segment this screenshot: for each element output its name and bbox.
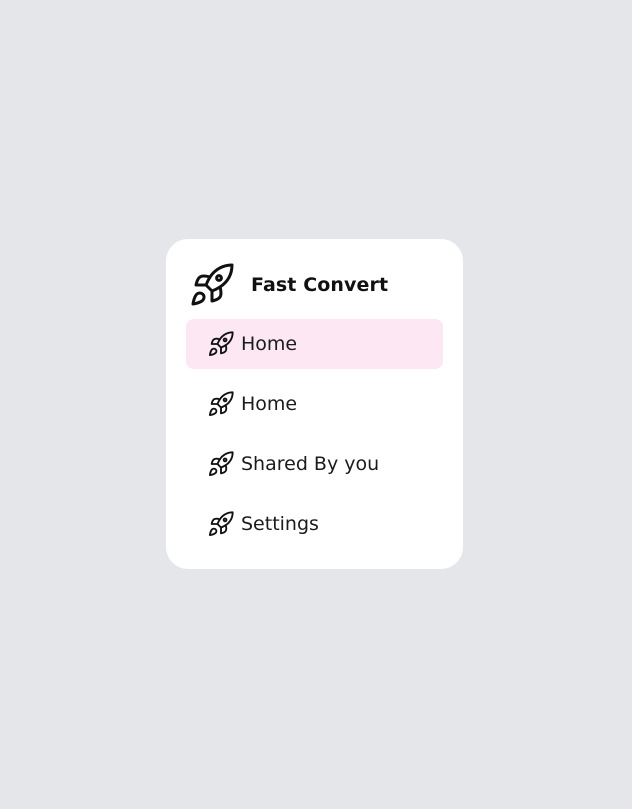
sidebar-item-label: Shared By you — [241, 453, 380, 475]
sidebar-item-settings[interactable]: Settings — [186, 499, 443, 549]
rocket-icon — [207, 330, 235, 358]
brand: Fast Convert — [188, 261, 388, 309]
sidebar-item-label: Home — [241, 393, 298, 415]
sidebar-item-home[interactable]: Home — [186, 379, 443, 429]
app-title: Fast Convert — [251, 274, 389, 296]
sidebar-card: Fast Convert Home Home Shared By you Set… — [166, 239, 463, 569]
rocket-icon — [188, 261, 236, 309]
sidebar-item-label: Settings — [241, 513, 319, 535]
rocket-icon — [207, 390, 235, 418]
sidebar-item-shared-by-you[interactable]: Shared By you — [186, 439, 443, 489]
sidebar-nav: Home Home Shared By you Settings — [186, 319, 443, 559]
rocket-icon — [207, 450, 235, 478]
sidebar-item-label: Home — [241, 333, 298, 355]
rocket-icon — [207, 510, 235, 538]
sidebar-item-home-active[interactable]: Home — [186, 319, 443, 369]
